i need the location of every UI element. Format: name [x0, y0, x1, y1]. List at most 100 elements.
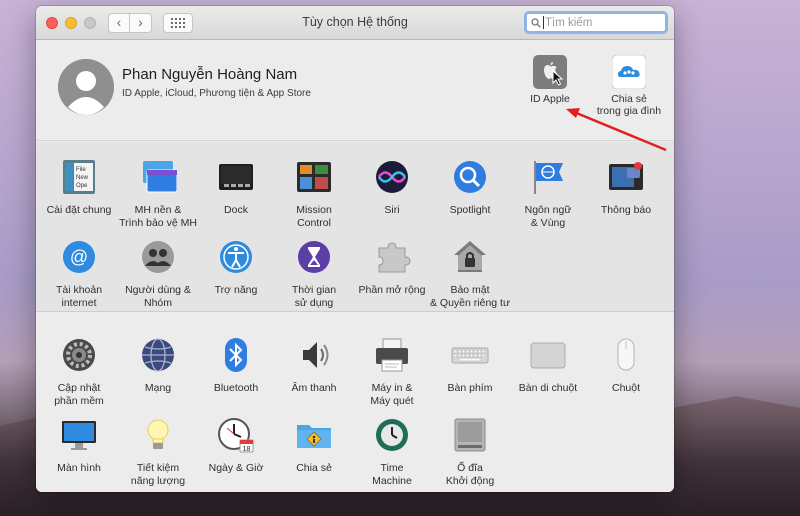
svg-text:18: 18 — [243, 446, 251, 453]
title-bar: ‹ › Tùy chọn Hệ thống Tìm kiếm — [36, 6, 674, 40]
svg-text:Ope: Ope — [76, 183, 88, 189]
pane-label-line2: & Quyền riêng tư — [430, 296, 510, 309]
family-sharing-label-line1: Chia sẻ — [611, 93, 647, 105]
pane-displays[interactable]: Màn hình — [39, 416, 119, 475]
pane-label: Cài đặt chung — [46, 204, 112, 216]
pane-label-line2: Máy quét — [370, 394, 414, 407]
pane-label: Ngôn ngữ — [524, 204, 572, 216]
pane-label: Spotlight — [449, 204, 491, 216]
pane-desktop-screensaver[interactable]: MH nền & Trình bảo vệ MH — [118, 158, 198, 229]
pane-trackpad[interactable]: Bàn di chuột — [508, 336, 588, 395]
pane-sound[interactable]: Âm thanh — [274, 336, 354, 395]
pane-users-groups[interactable]: Người dùng & Nhóm — [118, 238, 198, 309]
hard-disk-icon — [454, 418, 486, 452]
pane-label: Máy in & — [371, 382, 413, 394]
family-sharing-label-line2: trong gia đình — [596, 105, 662, 117]
pane-screen-time[interactable]: Thời gian sử dụng — [274, 238, 354, 309]
pane-date-time[interactable]: 18 Ngày & Giờ — [196, 416, 276, 475]
family-cloud-icon — [612, 55, 646, 89]
pane-accessibility[interactable]: Trợ năng — [196, 238, 276, 297]
house-lock-icon — [454, 241, 486, 272]
pane-label: Bàn di chuột — [518, 382, 578, 394]
avatar[interactable] — [58, 59, 114, 115]
pane-notifications[interactable]: Thông báo — [586, 158, 666, 217]
desktop-screensaver-icon — [143, 161, 178, 193]
pane-label: Bảo mật — [450, 284, 490, 296]
pane-label: Chuột — [611, 382, 641, 394]
pane-apple-id[interactable]: ID Apple — [510, 55, 590, 105]
pane-label: Ngày & Giờ — [208, 462, 264, 474]
pane-security-privacy[interactable]: Bảo mật & Quyền riêng tư — [430, 238, 510, 309]
pane-dock[interactable]: Dock — [196, 158, 276, 217]
pane-family-sharing[interactable]: Chia sẻ trong gia đình — [589, 55, 669, 117]
pane-startup-disk[interactable]: Ổ đĩa Khởi động — [430, 416, 510, 487]
pane-label: Phần mở rộng — [358, 284, 426, 296]
pane-label-line2: sử dụng — [294, 296, 334, 309]
spotlight-icon — [454, 161, 486, 193]
pane-label-line2: Control — [297, 216, 331, 229]
pane-label: Chia sẻ — [296, 462, 332, 474]
pane-label-line2: năng lượng — [130, 474, 186, 487]
search-placeholder: Tìm kiếm — [545, 16, 593, 29]
mission-control-icon — [297, 162, 331, 192]
pane-sharing[interactable]: Chia sẻ — [274, 416, 354, 475]
gear-icon — [63, 339, 95, 371]
clock-calendar-icon: 18 — [218, 418, 254, 453]
pane-mouse[interactable]: Chuột — [586, 336, 666, 395]
svg-text:File: File — [76, 167, 86, 173]
hardware-preferences-section: Cập nhật phần mềm Mạng Bluetooth Âm than… — [36, 313, 674, 492]
globe-icon — [142, 338, 174, 372]
hourglass-icon — [298, 241, 330, 273]
pane-label: Cập nhật — [57, 382, 101, 394]
pane-label-line2: & Vùng — [530, 216, 566, 229]
pane-printers-scanners[interactable]: Máy in & Máy quét — [352, 336, 432, 407]
pane-label: Trợ năng — [214, 284, 258, 296]
pane-label: Time — [380, 462, 404, 474]
printer-icon — [376, 338, 408, 372]
users-icon — [142, 241, 174, 273]
pane-label: MH nền & — [134, 204, 182, 216]
user-subtitle: ID Apple, iCloud, Phương tiện & App Stor… — [122, 88, 311, 99]
dock-icon — [219, 164, 253, 190]
pane-label-line2: phần mềm — [54, 394, 104, 407]
pane-mission-control[interactable]: Mission Control — [274, 158, 354, 229]
puzzle-icon — [378, 242, 411, 273]
pane-general[interactable]: File New Ope Cài đặt chung — [39, 158, 119, 217]
pane-network[interactable]: Mạng — [118, 336, 198, 395]
sharing-folder-icon — [297, 425, 331, 448]
pane-siri[interactable]: Siri — [352, 158, 432, 217]
pane-label-line2: Khởi động — [445, 474, 495, 487]
pane-extensions[interactable]: Phần mở rộng — [352, 238, 432, 297]
time-machine-icon — [376, 419, 408, 451]
pane-label: Tài khoản — [55, 284, 103, 296]
pane-label: Dock — [224, 204, 248, 216]
apple-account-section: Phan Nguyễn Hoàng Nam ID Apple, iCloud, … — [36, 41, 674, 141]
pane-energy-saver[interactable]: Tiết kiệm năng lượng — [118, 416, 198, 487]
pane-label: Người dùng & — [125, 284, 191, 296]
display-icon — [62, 421, 96, 450]
pane-keyboard[interactable]: Bàn phím — [430, 336, 510, 395]
speaker-icon — [303, 342, 329, 368]
pane-time-machine[interactable]: Time Machine — [352, 416, 432, 487]
pane-label: Màn hình — [57, 462, 101, 474]
siri-icon — [376, 161, 408, 193]
pane-language-region[interactable]: Ngôn ngữ & Vùng — [508, 158, 588, 229]
pane-software-update[interactable]: Cập nhật phần mềm — [39, 336, 119, 407]
pane-internet-accounts[interactable]: @ Tài khoản internet — [39, 238, 119, 309]
pane-label: Bàn phím — [447, 382, 493, 394]
svg-text:@: @ — [70, 247, 88, 267]
pane-label: Thời gian — [291, 284, 337, 296]
search-icon — [531, 17, 541, 28]
search-field[interactable]: Tìm kiếm — [524, 11, 668, 34]
pane-label: Tiết kiệm — [136, 462, 180, 474]
mouse-icon — [617, 338, 635, 371]
lightbulb-icon — [147, 419, 169, 449]
pane-bluetooth[interactable]: Bluetooth — [196, 336, 276, 395]
pane-label: Mission — [296, 204, 332, 216]
pane-label: Bluetooth — [213, 382, 259, 394]
user-name[interactable]: Phan Nguyễn Hoàng Nam — [122, 66, 297, 83]
keyboard-icon — [451, 347, 489, 364]
general-icon: File New Ope — [63, 160, 95, 194]
system-preferences-window: ‹ › Tùy chọn Hệ thống Tìm kiếm Phan Nguy… — [36, 6, 674, 492]
pane-spotlight[interactable]: Spotlight — [430, 158, 510, 217]
